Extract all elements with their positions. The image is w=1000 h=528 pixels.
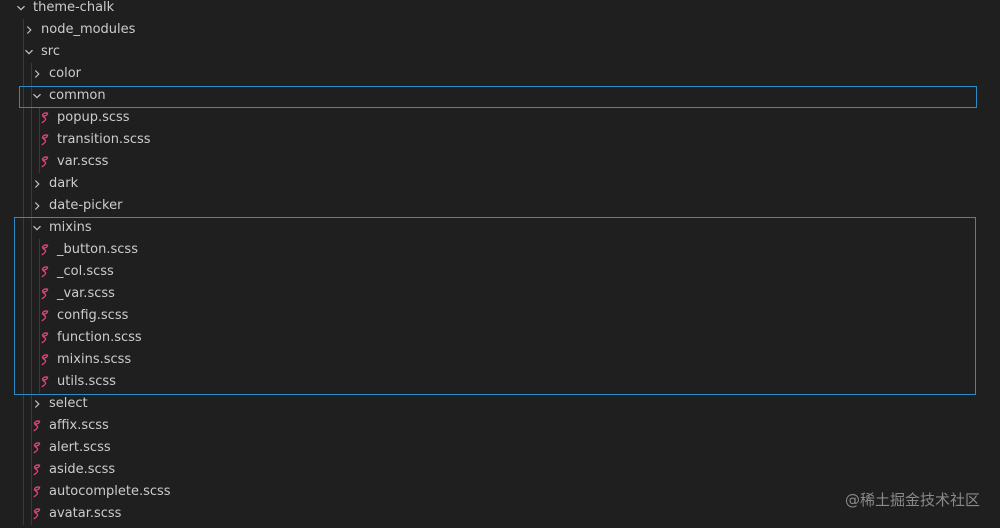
- item-label: mixins: [49, 220, 92, 235]
- item-label: autocomplete.scss: [49, 484, 171, 499]
- watermark: @稀土掘金技术社区: [844, 491, 980, 509]
- file-item-mixins-scss[interactable]: mixins.scss: [0, 349, 1000, 371]
- folder-item-theme-chalk[interactable]: theme-chalk: [0, 0, 1000, 19]
- item-label: function.scss: [57, 330, 142, 345]
- item-label: node_modules: [41, 22, 136, 37]
- folder-item-color[interactable]: color: [0, 63, 1000, 85]
- file-item-popup-scss[interactable]: popup.scss: [0, 107, 1000, 129]
- sass-icon: [31, 415, 45, 437]
- sass-icon: [39, 129, 53, 151]
- sass-icon: [39, 283, 53, 305]
- file-item-utils-scss[interactable]: utils.scss: [0, 371, 1000, 393]
- item-label: _var.scss: [57, 286, 115, 301]
- file-item-alert-scss[interactable]: alert.scss: [0, 437, 1000, 459]
- item-label: var.scss: [57, 154, 109, 169]
- item-label: avatar.scss: [49, 506, 122, 521]
- file-item-affix-scss[interactable]: affix.scss: [0, 415, 1000, 437]
- item-label: date-picker: [49, 198, 123, 213]
- indent-guide: [39, 239, 40, 393]
- sass-icon: [39, 305, 53, 327]
- file-item-col-scss[interactable]: _col.scss: [0, 261, 1000, 283]
- sass-icon: [39, 349, 53, 371]
- sass-icon: [31, 437, 45, 459]
- file-item-config-scss[interactable]: config.scss: [0, 305, 1000, 327]
- sass-icon: [31, 481, 45, 503]
- item-label: aside.scss: [49, 462, 116, 477]
- sass-icon: [39, 239, 53, 261]
- item-label: affix.scss: [49, 418, 109, 433]
- file-item-var-scss[interactable]: var.scss: [0, 151, 1000, 173]
- item-label: common: [49, 88, 106, 103]
- item-label: _col.scss: [57, 264, 114, 279]
- folder-item-dark[interactable]: dark: [0, 173, 1000, 195]
- sass-icon: [39, 261, 53, 283]
- file-explorer-tree: theme-chalk node_modulessrc color common pop…: [0, 0, 1000, 525]
- folder-item-common[interactable]: common: [0, 85, 1000, 107]
- item-label: mixins.scss: [57, 352, 132, 367]
- indent-guide: [39, 107, 40, 173]
- folder-item-mixins[interactable]: mixins: [0, 217, 1000, 239]
- item-label: src: [41, 44, 60, 59]
- item-label: _button.scss: [57, 242, 138, 257]
- item-label: transition.scss: [57, 132, 151, 147]
- sass-icon: [39, 107, 53, 129]
- sass-icon: [31, 503, 45, 525]
- item-label: alert.scss: [49, 440, 111, 455]
- sass-icon: [39, 371, 53, 393]
- item-label: dark: [49, 176, 79, 191]
- folder-item-node-modules[interactable]: node_modules: [0, 19, 1000, 41]
- item-label: popup.scss: [57, 110, 130, 125]
- file-item-button-scss[interactable]: _button.scss: [0, 239, 1000, 261]
- indent-guide: [23, 19, 24, 525]
- sass-icon: [39, 327, 53, 349]
- folder-item-date-picker[interactable]: date-picker: [0, 195, 1000, 217]
- sass-icon: [39, 151, 53, 173]
- item-label: color: [49, 66, 82, 81]
- indent-guide: [31, 63, 32, 525]
- item-label: select: [49, 396, 88, 411]
- sass-icon: [31, 459, 45, 481]
- folder-item-src[interactable]: src: [0, 41, 1000, 63]
- chevron-down-icon[interactable]: [13, 0, 29, 19]
- item-label: theme-chalk: [33, 0, 115, 15]
- file-item-function-scss[interactable]: function.scss: [0, 327, 1000, 349]
- file-item-transition-scss[interactable]: transition.scss: [0, 129, 1000, 151]
- folder-item-select[interactable]: select: [0, 393, 1000, 415]
- file-item-var-scss[interactable]: _var.scss: [0, 283, 1000, 305]
- file-item-aside-scss[interactable]: aside.scss: [0, 459, 1000, 481]
- item-label: utils.scss: [57, 374, 116, 389]
- item-label: config.scss: [57, 308, 129, 323]
